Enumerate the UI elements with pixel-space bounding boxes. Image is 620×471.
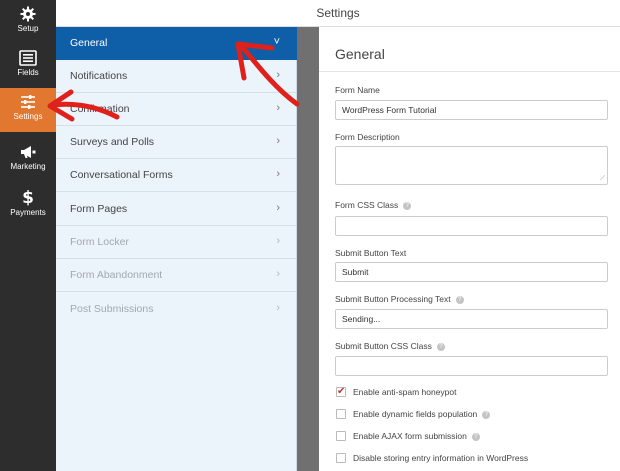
sidebar-label: Setup [17, 24, 39, 33]
form-description-textarea[interactable]: ⟋ [335, 146, 608, 185]
settings-submenu: General ˅ Notifications › Confirmation ›… [56, 27, 297, 471]
chevron-right-icon: › [276, 69, 280, 81]
sidebar-item-setup[interactable]: Setup [0, 0, 56, 44]
chevron-right-icon: › [276, 168, 280, 180]
divider [319, 71, 620, 72]
submenu-item-confirmation[interactable]: Confirmation › [56, 93, 297, 126]
chevron-right-icon: › [276, 302, 280, 314]
checkbox-label: Enable dynamic fields population? [353, 409, 491, 419]
form-name-label: Form Name [335, 85, 380, 95]
dynamic-fields-checkbox[interactable] [336, 409, 346, 419]
sidebar-item-payments[interactable]: $ Payments [0, 182, 56, 226]
help-icon[interactable]: ? [482, 410, 491, 419]
submenu-item-form-abandonment[interactable]: Form Abandonment › [56, 259, 297, 292]
sidebar-item-fields[interactable]: Fields [0, 44, 56, 88]
sidebar-label: Marketing [10, 162, 46, 171]
sidebar-label: Payments [10, 208, 46, 217]
submit-css-class-input[interactable] [335, 356, 608, 376]
chevron-down-icon: ˅ [273, 36, 280, 48]
submit-text-label: Submit Button Text [335, 248, 407, 258]
submenu-item-label: Post Submissions [70, 303, 154, 315]
chevron-right-icon: › [276, 235, 280, 247]
submit-css-class-label-text: Submit Button CSS Class [335, 341, 432, 351]
checkbox-label-text: Enable dynamic fields population [353, 409, 478, 419]
panel-gutter [297, 27, 319, 471]
checkbox-label: Enable AJAX form submission? [353, 431, 480, 441]
sliders-icon [21, 95, 35, 109]
svg-text:$: $ [22, 188, 34, 206]
general-settings-panel: General Form Name Form Description ⟋ For… [319, 27, 620, 471]
checkmark-icon: ✔ [337, 386, 346, 397]
form-css-class-label-text: Form CSS Class [335, 200, 399, 210]
help-icon[interactable]: ? [455, 295, 464, 304]
submenu-item-label: Form Abandonment [70, 269, 163, 281]
megaphone-icon [21, 146, 36, 158]
help-icon[interactable]: ? [403, 201, 412, 210]
help-icon[interactable]: ? [436, 342, 445, 351]
panel-title: General [335, 46, 385, 62]
submenu-item-label: Surveys and Polls [70, 136, 155, 148]
submenu-item-form-pages[interactable]: Form Pages › [56, 193, 297, 226]
submenu-item-post-submissions[interactable]: Post Submissions › [56, 293, 297, 326]
disable-entry-storage-checkbox[interactable] [336, 453, 346, 463]
checkbox-label: Enable anti-spam honeypot [353, 387, 457, 397]
icon-sidebar: Setup Fields Settings Marketing $ Paymen… [0, 0, 56, 471]
chevron-right-icon: › [276, 202, 280, 214]
help-icon[interactable]: ? [471, 432, 480, 441]
submenu-item-label: Form Locker [70, 236, 129, 248]
sidebar-item-marketing[interactable]: Marketing [0, 138, 56, 182]
checkbox-label-text: Enable AJAX form submission [353, 431, 467, 441]
submenu-item-conversational-forms[interactable]: Conversational Forms › [56, 159, 297, 192]
submenu-item-label: General [70, 37, 108, 49]
sidebar-label: Fields [17, 68, 39, 77]
submit-css-class-label: Submit Button CSS Class? [335, 341, 445, 351]
list-icon [19, 50, 37, 66]
submenu-item-label: Notifications [70, 70, 128, 82]
submenu-item-label: Form Pages [70, 203, 128, 215]
submenu-item-label: Confirmation [70, 103, 130, 115]
honeypot-checkbox[interactable]: ✔ [336, 386, 346, 397]
dollar-icon: $ [22, 188, 34, 206]
page-title: Settings [316, 6, 360, 20]
submit-processing-label: Submit Button Processing Text? [335, 294, 464, 304]
form-css-class-label: Form CSS Class? [335, 200, 412, 210]
submit-processing-label-text: Submit Button Processing Text [335, 294, 451, 304]
chevron-right-icon: › [276, 102, 280, 114]
form-description-label: Form Description [335, 132, 400, 142]
submenu-item-notifications[interactable]: Notifications › [56, 60, 297, 93]
sidebar-label: Settings [13, 112, 43, 121]
submenu-item-surveys-polls[interactable]: Surveys and Polls › [56, 126, 297, 159]
submenu-item-label: Conversational Forms [70, 169, 173, 181]
checkbox-label: Disable storing entry information in Wor… [353, 453, 529, 463]
submit-text-input[interactable] [335, 262, 608, 282]
form-name-input[interactable] [335, 100, 608, 120]
ajax-submission-checkbox[interactable] [336, 431, 346, 441]
form-css-class-input[interactable] [335, 216, 608, 236]
chevron-right-icon: › [276, 135, 280, 147]
top-bar: Settings [56, 0, 620, 27]
submit-processing-input[interactable] [335, 309, 608, 329]
resize-handle-icon[interactable]: ⟋ [600, 175, 605, 183]
gear-icon [20, 6, 36, 22]
submenu-item-form-locker[interactable]: Form Locker › [56, 226, 297, 259]
chevron-right-icon: › [276, 268, 280, 280]
submenu-item-general[interactable]: General ˅ [56, 27, 297, 60]
sidebar-item-settings[interactable]: Settings [0, 88, 56, 132]
